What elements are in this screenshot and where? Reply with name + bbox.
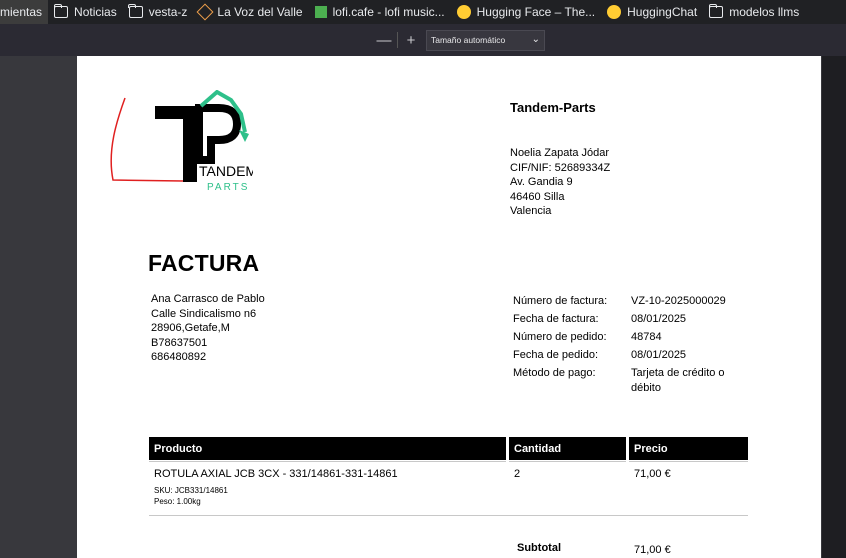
- meta-label: Fecha de factura:: [513, 313, 599, 325]
- seller-line: CIF/NIF: 52689334Z: [510, 161, 611, 174]
- meta-row-payment-method: Método de pago: Tarjeta de crédito o débi…: [513, 366, 741, 395]
- row-divider: [149, 461, 506, 462]
- meta-row-order-number: Número de pedido: 48784: [513, 330, 741, 345]
- bookmarks-bar: mientas Noticias vesta-z La Voz del Vall…: [0, 0, 846, 24]
- logo-text-parts: PARTS: [207, 182, 249, 193]
- seller-line: Noelia Zapata Jódar: [510, 147, 610, 159]
- toolbar-divider: [397, 32, 398, 48]
- bookmark-label: mientas: [0, 5, 43, 19]
- pdf-page: TANDEM PARTS Tandem-Parts Noelia Zapata …: [77, 56, 821, 558]
- meta-value: Tarjeta de crédito o débito: [631, 367, 725, 394]
- buyer-line: B78637501: [151, 336, 208, 349]
- zoom-select[interactable]: Tamaño automático ⌄: [426, 29, 545, 51]
- meta-value: 08/01/2025: [631, 349, 687, 361]
- bookmark-label: HuggingChat: [627, 5, 698, 19]
- seller-line: 46460 Silla: [510, 190, 565, 203]
- row-product-name: ROTULA AXIAL JCB 3CX - 331/14861-331-148…: [154, 468, 398, 480]
- meta-value: VZ-10-2025000029: [631, 295, 726, 307]
- buyer-address: Ana Carrasco de Pablo Calle Sindicalismo…: [151, 292, 265, 365]
- zoom-select-value: Tamaño automático: [431, 35, 506, 45]
- bookmark-label: lofi.cafe - lofi music...: [332, 5, 445, 19]
- row-product-weight: Peso: 1.00kg: [154, 497, 201, 506]
- folder-icon: [53, 4, 69, 18]
- logo-text-tandem: TANDEM: [199, 163, 253, 179]
- invoice-meta: Número de factura: VZ-10-2025000029 Fecha…: [513, 294, 741, 399]
- table-header-quantity: Cantidad: [509, 437, 626, 460]
- row-divider: [149, 515, 748, 516]
- row-divider: [509, 461, 626, 462]
- pdf-viewer[interactable]: TANDEM PARTS Tandem-Parts Noelia Zapata …: [0, 56, 846, 558]
- viewer-scrollbar-track[interactable]: [822, 56, 846, 558]
- pdf-toolbar: — + Tamaño automático ⌄: [0, 24, 846, 56]
- buyer-line: Calle Sindicalismo n6: [151, 307, 257, 320]
- folder-icon: [708, 4, 724, 18]
- bookmark-label: La Voz del Valle: [217, 5, 303, 19]
- table-header-price: Precio: [629, 437, 748, 460]
- meta-value: 48784: [631, 331, 662, 343]
- row-quantity: 2: [514, 468, 521, 480]
- logo-p-shape: [195, 104, 242, 164]
- chevron-down-icon: ⌄: [531, 34, 540, 45]
- bookmark-modelos-llms[interactable]: modelos llms: [703, 0, 805, 24]
- buyer-line: Ana Carrasco de Pablo: [151, 293, 265, 305]
- folder-icon: [128, 4, 143, 18]
- hugging-chat-icon: [607, 5, 622, 19]
- bookmark-label: vesta-z: [148, 5, 188, 19]
- invoice-title: FACTURA: [148, 250, 260, 276]
- meta-row-invoice-number: Número de factura: VZ-10-2025000029: [513, 294, 741, 309]
- meta-row-order-date: Fecha de pedido: 08/01/2025: [513, 348, 741, 363]
- bookmark-mientas[interactable]: mientas: [0, 0, 49, 24]
- hugging-face-icon: [456, 5, 471, 19]
- bookmark-lofi-cafe[interactable]: lofi.cafe - lofi music...: [309, 0, 451, 24]
- subtotal-label: Subtotal: [517, 542, 561, 554]
- logo-t-stem: [183, 106, 197, 182]
- bookmark-vesta-z[interactable]: vesta-z: [123, 0, 194, 24]
- table-header-product: Producto: [149, 437, 506, 460]
- company-logo: TANDEM PARTS: [103, 89, 257, 200]
- company-name: Tandem-Parts: [510, 100, 596, 115]
- zoom-in-button[interactable]: +: [400, 32, 422, 49]
- meta-label: Método de pago:: [513, 367, 596, 379]
- cube-icon: [196, 3, 214, 21]
- tandem-parts-logo: TANDEM PARTS: [110, 89, 257, 193]
- bookmark-label: modelos llms: [729, 5, 800, 19]
- buyer-line: 28906,Getafe,M: [151, 322, 230, 334]
- bookmark-la-voz-del-valle[interactable]: La Voz del Valle: [193, 0, 308, 24]
- bookmark-label: Hugging Face – The...: [476, 5, 596, 19]
- zoom-out-button[interactable]: —: [373, 32, 395, 49]
- lofi-icon: [314, 6, 327, 18]
- meta-row-invoice-date: Fecha de factura: 08/01/2025: [513, 312, 741, 327]
- meta-label: Número de factura:: [513, 295, 608, 307]
- seller-address: Noelia Zapata Jódar CIF/NIF: 52689334Z A…: [510, 146, 610, 219]
- bookmark-huggingchat[interactable]: HuggingChat: [601, 0, 703, 24]
- bookmark-noticias[interactable]: Noticias: [48, 0, 123, 24]
- seller-line: Av. Gandia 9: [510, 176, 573, 188]
- row-divider: [629, 461, 748, 462]
- meta-value: 08/01/2025: [631, 313, 687, 325]
- row-product-sku: SKU: JCB331/14861: [154, 486, 228, 495]
- buyer-line: 686480892: [151, 351, 207, 363]
- meta-label: Número de pedido:: [513, 331, 607, 343]
- bookmark-hugging-face[interactable]: Hugging Face – The...: [451, 0, 602, 24]
- meta-label: Fecha de pedido:: [513, 349, 599, 361]
- row-price: 71,00 €: [634, 468, 671, 480]
- bookmark-label: Noticias: [74, 5, 117, 19]
- seller-line: Valencia: [510, 205, 552, 217]
- subtotal-value: 71,00 €: [634, 544, 671, 556]
